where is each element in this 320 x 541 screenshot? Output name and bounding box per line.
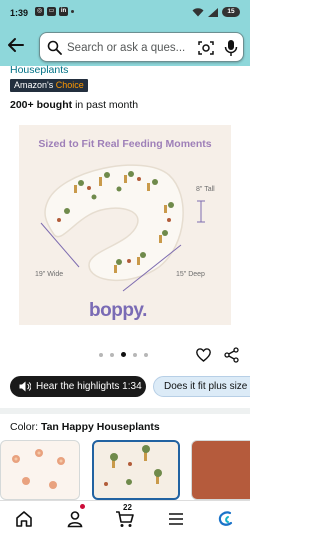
linkedin-icon: in (59, 7, 68, 16)
product-image[interactable]: Sized to Fit Real Feeding Moments 8" Tal… (19, 125, 231, 325)
color-swatch-floral[interactable] (0, 440, 80, 500)
does-it-fit-button[interactable]: Does it fit plus size (153, 376, 250, 397)
carousel-dot[interactable] (99, 352, 103, 357)
brand-link[interactable]: Houseplants (10, 64, 68, 76)
does-it-fit-label: Does it fit plus size (164, 381, 248, 392)
home-icon[interactable] (14, 509, 34, 529)
back-arrow-icon[interactable] (6, 35, 26, 55)
wifi-icon (192, 7, 204, 16)
more-notifications-icon (71, 10, 74, 13)
nursing-pillow-illustration (40, 164, 205, 292)
color-label: Color: (10, 421, 39, 433)
camera-search-icon[interactable] (198, 40, 214, 56)
account-icon[interactable] (65, 509, 85, 529)
cart-count: 22 (123, 503, 132, 512)
speaker-icon (19, 381, 31, 392)
dimension-wide: 19" Wide (35, 271, 64, 278)
search-icon (47, 40, 62, 55)
cart-icon[interactable] (115, 509, 135, 529)
menu-icon[interactable] (166, 509, 186, 529)
signal-icon (208, 7, 218, 17)
microphone-icon[interactable] (224, 39, 238, 57)
dimension-deep: 15" Deep (176, 271, 205, 278)
color-swatch-rust[interactable] (191, 440, 250, 500)
carousel-dot[interactable] (144, 352, 148, 357)
account-notification-dot (80, 504, 85, 509)
boppy-logo: boppy. (89, 300, 147, 321)
badge-accent-text: Choice (55, 80, 84, 90)
carousel-dot-active[interactable] (121, 352, 126, 357)
carousel-dot[interactable] (110, 352, 114, 357)
search-input[interactable] (67, 39, 197, 57)
section-divider (0, 408, 250, 414)
hear-highlights-label: Hear the highlights 1:34 (36, 381, 142, 392)
share-icon[interactable] (224, 347, 239, 363)
notification-icons: ◎ ▭ in (35, 7, 74, 16)
messages-icon: ▭ (47, 7, 56, 16)
heart-icon[interactable] (196, 348, 211, 362)
carousel-dots (99, 352, 148, 357)
floral-pattern (12, 449, 65, 489)
bought-count-bold: 200+ bought (10, 99, 73, 111)
whatsapp-icon: ◎ (35, 7, 44, 16)
status-bar: 1:39 ◎ ▭ in 15 (0, 0, 250, 26)
page: 1:39 ◎ ▭ in 15 Search or ask a ques... H… (0, 0, 250, 541)
color-value: Tan Happy Houseplants (40, 421, 160, 433)
badge-main-text: Amazon's (14, 80, 54, 90)
battery-indicator: 15 (222, 7, 240, 17)
color-selector-label: Color: Tan Happy Houseplants (10, 421, 160, 433)
amazons-choice-badge[interactable]: Amazon's Choice (10, 79, 88, 92)
bought-count-rest: in past month (75, 99, 139, 111)
carousel-dot[interactable] (133, 352, 137, 357)
system-icons: 15 (192, 7, 240, 17)
bought-count: 200+ bought in past month (10, 99, 138, 111)
search-bar[interactable] (39, 32, 244, 62)
houseplants-pattern (104, 445, 162, 486)
hear-highlights-button[interactable]: Hear the highlights 1:34 (10, 376, 146, 397)
color-swatch-houseplants-selected[interactable] (92, 440, 180, 500)
search-header (0, 26, 250, 66)
dimension-tall: 8" Tall (196, 186, 215, 193)
rufus-assistant-icon[interactable] (216, 509, 236, 529)
status-time: 1:39 (10, 8, 29, 18)
